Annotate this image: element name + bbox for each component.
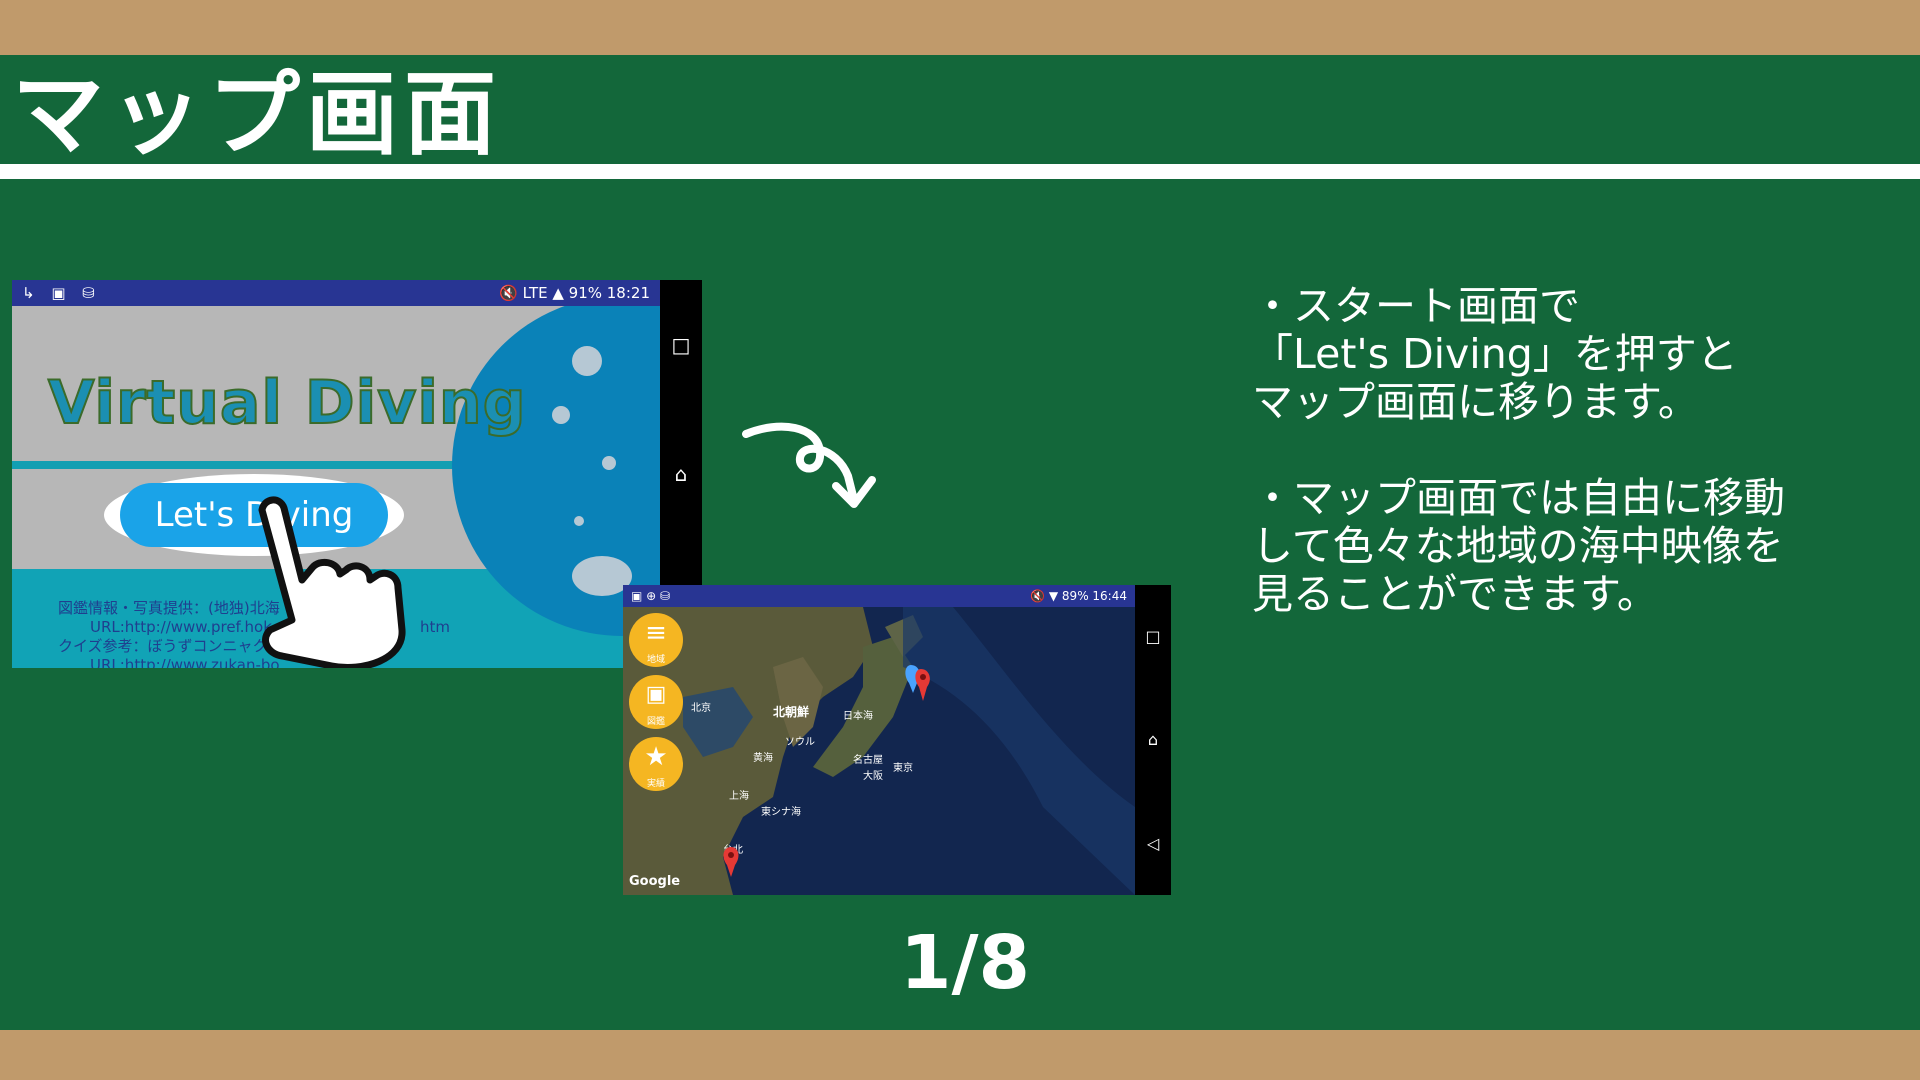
bubble xyxy=(574,516,584,526)
region-button[interactable]: ≡ 地域 xyxy=(629,613,683,667)
status-left-icons: ▣ ⊕ ⛁ xyxy=(631,589,671,603)
map-label: 北京 xyxy=(691,703,711,714)
map-marker-icon[interactable] xyxy=(905,663,931,707)
bubble xyxy=(552,406,570,424)
google-logo: Google xyxy=(629,874,681,889)
map-label: 北朝鮮 xyxy=(773,705,810,719)
status-right: 🔇 ▼ 89% 16:44 xyxy=(1030,589,1127,603)
map-marker-icon[interactable] xyxy=(721,845,741,879)
description-line: ・マップ画面では自由に移動 xyxy=(1252,474,1785,522)
status-bar: ▣ ⊕ ⛁ 🔇 ▼ 89% 16:44 xyxy=(623,585,1135,607)
map-label: 名古屋 xyxy=(853,755,883,766)
encyclopedia-button[interactable]: ▣ 図鑑 xyxy=(629,675,683,729)
start-screen-screenshot: Virtual Diving Let's Diving 図鑑情報・写真提供：(地… xyxy=(12,280,702,668)
home-icon[interactable]: ⌂ xyxy=(1148,730,1158,749)
description-line: 見ることができます。 xyxy=(1252,570,1658,618)
star-icon: ★ xyxy=(644,742,668,772)
achievements-button[interactable]: ★ 実績 xyxy=(629,737,683,791)
map-label: 東京 xyxy=(893,763,913,774)
book-icon: ▣ xyxy=(645,682,667,707)
map-label: 日本海 xyxy=(843,711,873,722)
page-title: マップ画面 xyxy=(12,61,503,168)
android-nav-bar: □ ⌂ ◁ xyxy=(1135,585,1171,895)
description-line: マップ画面に移ります。 xyxy=(1252,378,1699,426)
map-label: 上海 xyxy=(729,791,749,802)
map-label: ソウル xyxy=(785,737,815,748)
back-icon[interactable]: ◁ xyxy=(1147,834,1159,853)
app-title: Virtual Diving xyxy=(47,367,527,439)
status-right: 🔇 LTE ▲ 91% 18:21 xyxy=(499,284,650,302)
curved-arrow-icon xyxy=(742,422,876,508)
pointing-hand-icon xyxy=(258,496,406,668)
title-underline xyxy=(0,164,1920,179)
list-icon: ≡ xyxy=(645,618,667,648)
description-line: ・スタート画面で xyxy=(1252,282,1580,330)
map-label: 東シナ海 xyxy=(761,807,801,818)
page-indicator: 1/8 xyxy=(900,920,1031,1006)
home-icon[interactable]: ⌂ xyxy=(675,462,688,486)
status-left-icons: ↳ ▣ ⛁ xyxy=(22,284,101,302)
description-line: して色々な地域の海中映像を xyxy=(1252,522,1784,570)
bubble xyxy=(572,346,602,376)
recents-icon[interactable]: □ xyxy=(672,333,691,357)
description-line: 「Let's Diving」を押すと xyxy=(1252,330,1738,378)
recents-icon[interactable]: □ xyxy=(1145,627,1160,646)
map-label: 黄海 xyxy=(753,753,773,764)
description-text: ・スタート画面で 「Let's Diving」を押すと マップ画面に移ります。 … xyxy=(1252,282,1892,618)
map-screen-screenshot: 北朝鮮 日本海 名古屋 東京 大阪 ソウル 黄海 上海 東シナ海 台北 北京 ≡… xyxy=(623,585,1171,895)
satellite-map[interactable]: 北朝鮮 日本海 名古屋 東京 大阪 ソウル 黄海 上海 東シナ海 台北 北京 ≡… xyxy=(623,607,1135,895)
map-label: 大阪 xyxy=(863,771,883,782)
bubble xyxy=(602,456,616,470)
status-bar: ↳ ▣ ⛁ 🔇 LTE ▲ 91% 18:21 xyxy=(12,280,660,306)
